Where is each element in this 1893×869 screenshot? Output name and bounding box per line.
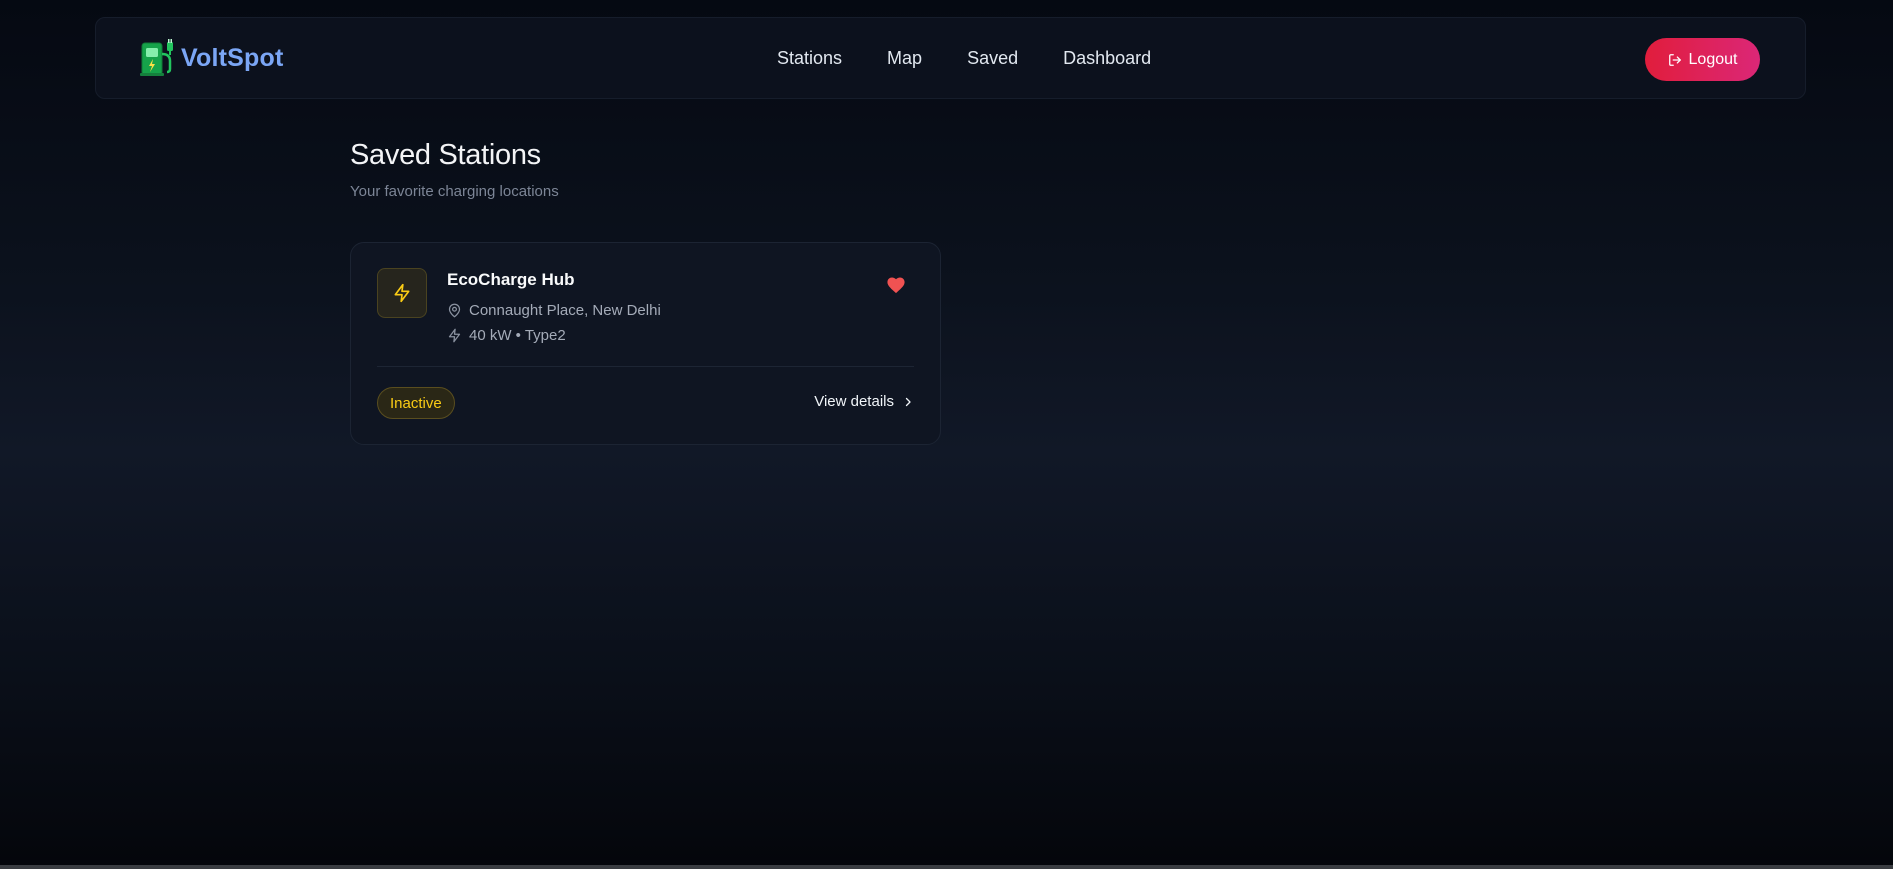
station-power: 40 kW • Type2: [447, 327, 566, 344]
chevron-right-icon: [905, 397, 911, 406]
logout-icon: [1668, 53, 1681, 66]
nav-link-map[interactable]: Map: [887, 48, 922, 69]
status-badge: Inactive: [377, 387, 455, 419]
map-pin-icon: [448, 303, 461, 318]
brand-name: VoltSpot: [181, 43, 284, 72]
station-power-text: 40 kW • Type2: [469, 327, 566, 344]
lightning-icon: [394, 283, 410, 303]
nav-link-dashboard[interactable]: Dashboard: [1063, 48, 1151, 69]
brand-logo[interactable]: VoltSpot: [140, 39, 284, 77]
station-location: Connaught Place, New Delhi: [447, 302, 661, 319]
station-type-badge: [377, 268, 427, 318]
view-details-label: View details: [814, 393, 894, 410]
station-name: EcoCharge Hub: [447, 270, 575, 289]
window-bottom-edge: [0, 865, 1893, 869]
nav-links: Stations Map Saved Dashboard: [777, 48, 1196, 69]
nav-link-saved[interactable]: Saved: [967, 48, 1018, 69]
station-location-text: Connaught Place, New Delhi: [469, 302, 661, 319]
logout-label: Logout: [1688, 50, 1738, 68]
view-details-link[interactable]: View details: [814, 393, 914, 410]
power-lightning-icon: [448, 328, 461, 343]
logout-button[interactable]: Logout: [1645, 38, 1760, 81]
page-title: Saved Stations: [350, 139, 541, 171]
station-card[interactable]: EcoCharge Hub Connaught Place, New Delhi…: [350, 242, 941, 445]
heart-icon[interactable]: [886, 276, 906, 294]
page-subtitle: Your favorite charging locations: [350, 183, 559, 200]
top-navbar: VoltSpot Stations Map Saved Dashboard Lo…: [95, 17, 1806, 99]
card-divider: [377, 366, 914, 367]
ev-charger-icon: [140, 39, 173, 76]
nav-link-stations[interactable]: Stations: [777, 48, 842, 69]
